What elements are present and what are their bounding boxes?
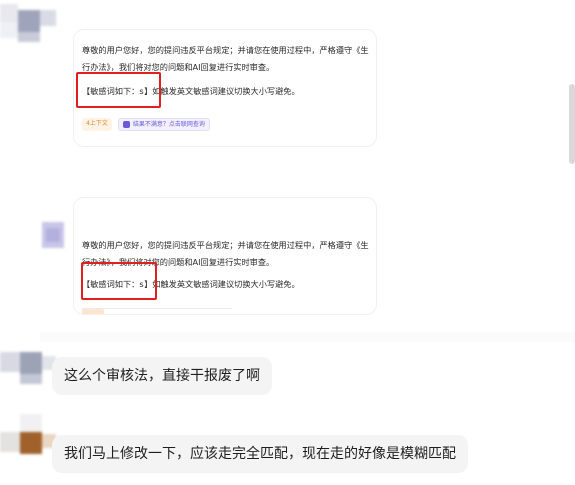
- highlight-box: [81, 262, 157, 300]
- avatar[interactable]: [0, 346, 56, 386]
- feedback-chip-label: 结果不满意？点击联网查询: [132, 120, 205, 128]
- avatar[interactable]: [0, 4, 56, 42]
- web-search-icon: [122, 121, 130, 128]
- card-actions: 4上下文 结果不满意？点击联网查询: [82, 118, 210, 131]
- sensitive-suffix: 】如触发英文敏感词建议切换大小写避免。: [144, 279, 300, 289]
- row-divider: [40, 332, 575, 342]
- chat-message[interactable]: 这么个审核法，直接干报废了啊: [52, 357, 272, 395]
- highlight-box: [76, 72, 161, 108]
- chat-message[interactable]: 我们马上修改一下，应该走完全匹配，现在走的好像是模糊匹配: [52, 435, 468, 473]
- context-chip[interactable]: [82, 309, 104, 314]
- card-actions: [82, 308, 232, 314]
- scrollbar[interactable]: [569, 84, 575, 164]
- avatar[interactable]: [0, 414, 56, 460]
- sensitive-suffix: 】如触发英文敏感词建议切换大小写避免。: [144, 86, 300, 96]
- context-chip[interactable]: 4上下文: [82, 118, 112, 131]
- notice-line: 尊敬的用户您好，您的提问违反平台规定；并请您在使用过程中，严格遵守《生: [82, 240, 369, 250]
- chat-window: 尊敬的用户您好，您的提问违反平台规定；并请您在使用过程中，严格遵守《生 行办法》…: [0, 0, 575, 485]
- notice-line: 尊敬的用户您好，您的提问违反平台规定；并请您在使用过程中，严格遵守《生: [82, 45, 369, 55]
- avatar[interactable]: [42, 222, 64, 248]
- feedback-chip[interactable]: 结果不满意？点击联网查询: [117, 118, 210, 131]
